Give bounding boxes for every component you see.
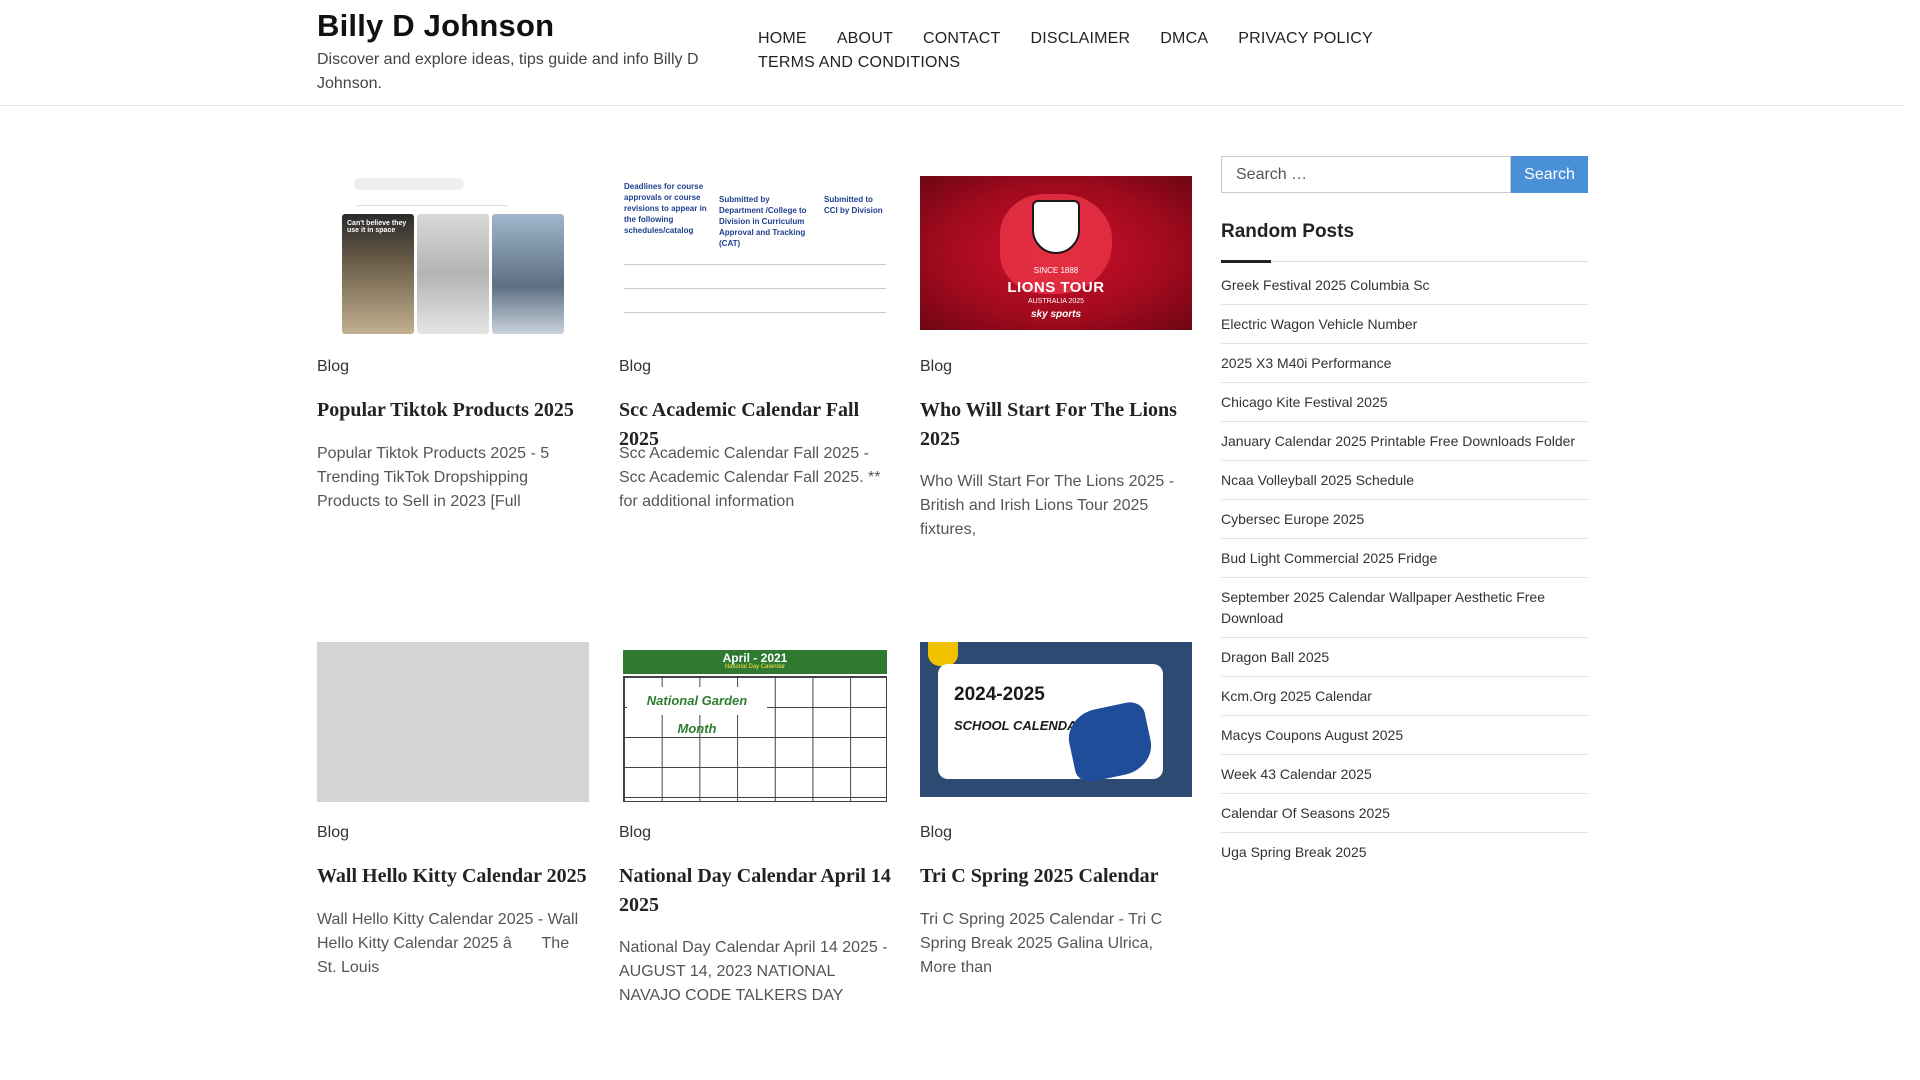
post-title[interactable]: Popular Tiktok Products 2025 bbox=[317, 396, 589, 425]
nav-contact[interactable]: CONTACT bbox=[923, 29, 1001, 49]
search-form: Search bbox=[1221, 156, 1588, 193]
list-item: Uga Spring Break 2025 bbox=[1221, 833, 1588, 871]
random-post-link[interactable]: Dragon Ball 2025 bbox=[1221, 649, 1329, 665]
main-navigation: HOME ABOUT CONTACT DISCLAIMER DMCA PRIVA… bbox=[758, 29, 1398, 73]
random-post-link[interactable]: Electric Wagon Vehicle Number bbox=[1221, 316, 1417, 332]
post-card: Can't believe they use it in space Blog … bbox=[317, 176, 589, 510]
site-description: Discover and explore ideas, tips guide a… bbox=[317, 51, 699, 92]
thumbnail-subtitle: AUSTRALIA 2025 bbox=[1027, 298, 1085, 305]
nav-about[interactable]: ABOUT bbox=[837, 29, 893, 49]
list-item: Ncaa Volleyball 2025 Schedule bbox=[1221, 461, 1588, 500]
random-post-link[interactable]: Uga Spring Break 2025 bbox=[1221, 844, 1367, 860]
random-post-link[interactable]: Greek Festival 2025 Columbia Sc bbox=[1221, 277, 1430, 293]
thumbnail-tour: LIONS TOUR bbox=[1007, 279, 1105, 296]
post-thumbnail[interactable]: SINCE 1888 LIONS TOUR AUSTRALIA 2025 sky… bbox=[920, 176, 1192, 330]
random-post-link[interactable]: January Calendar 2025 Printable Free Dow… bbox=[1221, 433, 1575, 449]
post-category[interactable]: Blog bbox=[920, 824, 952, 842]
nav-privacy-policy[interactable]: PRIVACY POLICY bbox=[1238, 29, 1373, 49]
video-tile bbox=[417, 214, 489, 334]
list-item: Greek Festival 2025 Columbia Sc bbox=[1221, 266, 1588, 305]
post-excerpt: National Day Calendar April 14 2025 - AU… bbox=[619, 939, 888, 1004]
post-excerpt: Who Will Start For The Lions 2025 - Brit… bbox=[920, 473, 1175, 538]
random-post-link[interactable]: 2025 X3 M40i Performance bbox=[1221, 355, 1391, 371]
post-card: SINCE 1888 LIONS TOUR AUSTRALIA 2025 sky… bbox=[920, 176, 1192, 538]
post-thumbnail[interactable]: Can't believe they use it in space bbox=[317, 176, 589, 336]
random-post-link[interactable]: Chicago Kite Festival 2025 bbox=[1221, 394, 1388, 410]
list-item: Bud Light Commercial 2025 Fridge bbox=[1221, 539, 1588, 578]
thumbnail-year: 2024-2025 bbox=[954, 684, 1045, 705]
post-card: Deadlines for course approvals or course… bbox=[619, 176, 891, 510]
random-post-link[interactable]: Cybersec Europe 2025 bbox=[1221, 511, 1364, 527]
post-thumbnail[interactable]: 2024-2025 SCHOOL CALENDAR bbox=[920, 642, 1192, 797]
sky-sports-logo: sky sports bbox=[1030, 309, 1082, 320]
post-card: April - 2021 National Day Calendar Natio… bbox=[619, 642, 891, 1004]
list-item: 2025 X3 M40i Performance bbox=[1221, 344, 1588, 383]
random-posts-title: Random Posts bbox=[1221, 221, 1588, 263]
list-item: September 2025 Calendar Wallpaper Aesthe… bbox=[1221, 578, 1588, 638]
random-post-link[interactable]: September 2025 Calendar Wallpaper Aesthe… bbox=[1221, 589, 1545, 626]
post-card: Blog Wall Hello Kitty Calendar 2025 Wall… bbox=[317, 642, 589, 976]
nav-home[interactable]: HOME bbox=[758, 29, 807, 49]
list-item: Dragon Ball 2025 bbox=[1221, 638, 1588, 677]
list-item: Cybersec Europe 2025 bbox=[1221, 500, 1588, 539]
list-item: Week 43 Calendar 2025 bbox=[1221, 755, 1588, 794]
sidebar: Search Random Posts Greek Festival 2025 … bbox=[1221, 156, 1588, 871]
post-thumbnail[interactable] bbox=[317, 642, 589, 802]
random-post-link[interactable]: Ncaa Volleyball 2025 Schedule bbox=[1221, 472, 1414, 488]
thumbnail-heading: Submitted to CCI by Division bbox=[824, 195, 883, 215]
post-category[interactable]: Blog bbox=[619, 824, 651, 842]
random-post-link[interactable]: Week 43 Calendar 2025 bbox=[1221, 766, 1372, 782]
thumbnail-caption: Can't believe they use it in space bbox=[347, 220, 407, 234]
table-row-graphic bbox=[624, 312, 886, 336]
post-excerpt: Scc Academic Calendar Fall 2025 - Scc Ac… bbox=[619, 445, 881, 510]
post-category[interactable]: Blog bbox=[920, 358, 952, 376]
site-header: Billy D Johnson Discover and explore ide… bbox=[0, 0, 1905, 106]
thumbnail-heading: Submitted by Department /College to Divi… bbox=[719, 195, 807, 248]
random-post-link[interactable]: Kcm.Org 2025 Calendar bbox=[1221, 688, 1372, 704]
nav-disclaimer[interactable]: DISCLAIMER bbox=[1030, 29, 1130, 49]
thumbnail-since: SINCE 1888 bbox=[1033, 266, 1079, 275]
nav-terms-and-conditions[interactable]: TERMS AND CONDITIONS bbox=[758, 53, 960, 73]
post-excerpt: Popular Tiktok Products 2025 - 5 Trendin… bbox=[317, 445, 550, 510]
random-post-link[interactable]: Calendar Of Seasons 2025 bbox=[1221, 805, 1390, 821]
thumbnail-month-label: National Garden Month bbox=[627, 687, 767, 736]
post-category[interactable]: Blog bbox=[619, 358, 651, 376]
list-item: Calendar Of Seasons 2025 bbox=[1221, 794, 1588, 833]
lions-crest-icon bbox=[1032, 200, 1080, 254]
list-item: Kcm.Org 2025 Calendar bbox=[1221, 677, 1588, 716]
tabs-graphic bbox=[357, 198, 507, 206]
list-item: Chicago Kite Festival 2025 bbox=[1221, 383, 1588, 422]
nav-dmca[interactable]: DMCA bbox=[1160, 29, 1208, 49]
post-title[interactable]: Wall Hello Kitty Calendar 2025 bbox=[317, 862, 589, 891]
post-thumbnail[interactable]: April - 2021 National Day Calendar Natio… bbox=[619, 642, 891, 802]
thumbnail-heading: Deadlines for course approvals or course… bbox=[624, 182, 707, 235]
random-post-link[interactable]: Macys Coupons August 2025 bbox=[1221, 727, 1403, 743]
video-tile bbox=[492, 214, 564, 334]
post-title[interactable]: Who Will Start For The Lions 2025 bbox=[920, 396, 1192, 454]
thumbnail-title: April - 2021 bbox=[722, 651, 788, 665]
random-post-link[interactable]: Bud Light Commercial 2025 Fridge bbox=[1221, 550, 1437, 566]
post-thumbnail[interactable]: Deadlines for course approvals or course… bbox=[619, 176, 891, 336]
post-title[interactable]: National Day Calendar April 14 2025 bbox=[619, 862, 891, 920]
list-item: January Calendar 2025 Printable Free Dow… bbox=[1221, 422, 1588, 461]
post-excerpt: Tri C Spring 2025 Calendar - Tri C Sprin… bbox=[920, 911, 1163, 976]
list-item: Macys Coupons August 2025 bbox=[1221, 716, 1588, 755]
post-category[interactable]: Blog bbox=[317, 358, 349, 376]
post-excerpt: Wall Hello Kitty Calendar 2025 - Wall He… bbox=[317, 911, 579, 976]
post-card: 2024-2025 SCHOOL CALENDAR Blog Tri C Spr… bbox=[920, 642, 1192, 976]
list-item: Electric Wagon Vehicle Number bbox=[1221, 305, 1588, 344]
thumbnail-subtitle: National Day Calendar bbox=[724, 664, 786, 670]
post-title[interactable]: Tri C Spring 2025 Calendar bbox=[920, 862, 1192, 891]
post-category[interactable]: Blog bbox=[317, 824, 349, 842]
thumbnail-label: SCHOOL CALENDAR bbox=[954, 718, 1086, 733]
decor-shape bbox=[928, 642, 958, 666]
site-title[interactable]: Billy D Johnson bbox=[317, 8, 554, 44]
search-bar-graphic bbox=[354, 178, 464, 190]
random-posts-list: Greek Festival 2025 Columbia Sc Electric… bbox=[1221, 266, 1588, 871]
search-button[interactable]: Search bbox=[1511, 156, 1588, 193]
search-input[interactable] bbox=[1221, 156, 1511, 193]
